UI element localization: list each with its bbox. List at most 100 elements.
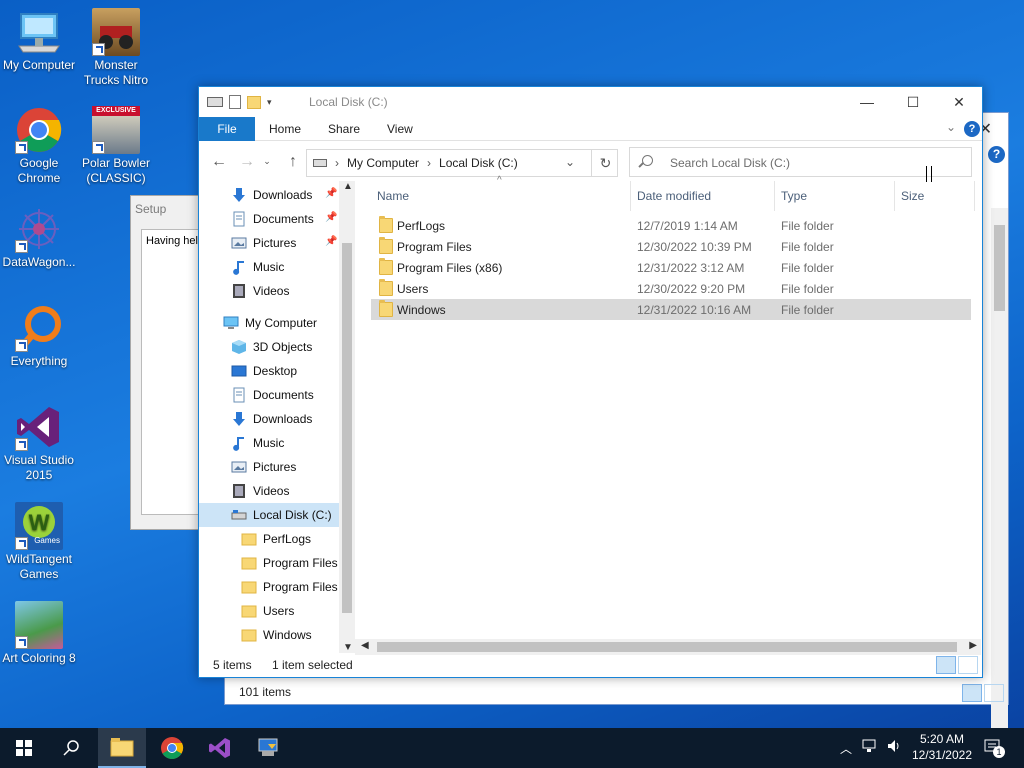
address-dropdown-icon[interactable]: ⌄ [565,155,575,169]
forward-arrow-icon[interactable]: → [237,153,257,171]
desktop-icon-wildtangent[interactable]: W Games WildTangent Games [0,502,80,582]
breadcrumb-separator-icon[interactable]: › [335,156,339,170]
table-row[interactable]: Users 12/30/2022 9:20 PM File folder [371,278,971,299]
explorer-window[interactable]: ▾ Local Disk (C:) — ☐ ✕ File Home Share … [198,86,983,678]
title-bar[interactable]: ▾ Local Disk (C:) — ☐ ✕ [199,87,982,117]
desktop-icon-polar-bowler[interactable]: EXCLUSIVE Polar Bowler (CLASSIC) [75,106,157,186]
volume-icon[interactable] [886,738,902,757]
nav-item-pictures[interactable]: Pictures [199,231,339,255]
desktop-icon-my-computer[interactable]: My Computer [0,8,80,73]
nav-item-music-pc[interactable]: Music [199,431,339,455]
table-row[interactable]: Program Files (x86) 12/31/2022 3:12 AM F… [371,257,971,278]
tab-share[interactable]: Share [314,117,374,141]
properties-icon[interactable] [229,95,241,109]
system-clock[interactable]: 5:20 AM 12/31/2022 [912,731,972,763]
column-header-type[interactable]: Type [775,181,895,211]
nav-item-downloads[interactable]: Downloads [199,183,339,207]
nav-item-folder-program-files[interactable]: Program Files [199,551,339,575]
breadcrumb-local-disk[interactable]: Local Disk (C:) [439,156,518,170]
maximize-button[interactable]: ☐ [890,87,936,117]
tab-home[interactable]: Home [255,117,315,141]
nav-item-videos-pc[interactable]: Videos [199,479,339,503]
taskbar-visual-studio[interactable] [196,728,244,768]
column-header-date[interactable]: Date modified [631,181,775,211]
details-view-button[interactable] [962,684,982,702]
nav-item-label: Local Disk (C:) [253,508,332,522]
taskbar-setup[interactable] [244,728,292,768]
nav-pane-scrollbar[interactable]: ▲ ▼ [339,181,355,653]
nav-item-local-disk[interactable]: Local Disk (C:) [199,503,339,527]
desktop-icon-monster-trucks[interactable]: Monster Trucks Nitro [75,8,157,88]
tab-file[interactable]: File [199,117,255,141]
up-arrow-icon[interactable]: ↑ [283,153,303,171]
help-icon[interactable]: ? [988,146,1005,163]
refresh-icon[interactable]: ↻ [591,150,619,176]
nav-item-documents[interactable]: Documents [199,207,339,231]
desktop-icon-everything[interactable]: Everything [0,304,80,369]
pin-icon[interactable]: 📌 [325,212,337,223]
nav-item-videos[interactable]: Videos [199,279,339,303]
large-icons-view-button[interactable] [958,656,978,674]
table-row[interactable]: PerfLogs 12/7/2019 1:14 AM File folder [371,215,971,236]
table-row[interactable]: Program Files 12/30/2022 10:39 PM File f… [371,236,971,257]
details-view-button[interactable] [936,656,956,674]
desktop-icon-google-chrome[interactable]: Google Chrome [0,106,80,186]
start-button[interactable] [0,728,48,768]
search-button[interactable] [48,728,96,768]
breadcrumb-my-computer[interactable]: My Computer [347,156,419,170]
pin-icon[interactable]: 📌 [325,236,337,247]
recent-dropdown-icon[interactable]: ⌄ [257,156,277,167]
show-hidden-icons-icon[interactable]: ︿ [840,740,852,757]
taskbar-file-explorer[interactable] [98,728,146,768]
new-folder-icon[interactable] [247,95,261,109]
address-bar[interactable]: › My Computer › Local Disk (C:) ⌄ ↻ [306,149,618,177]
ribbon-tabs: File Home Share View ⌄ ? [199,117,982,141]
help-icon[interactable]: ? [964,121,980,137]
breadcrumb-separator-icon[interactable]: › [427,156,431,170]
minimize-button[interactable]: — [844,87,890,117]
tab-view[interactable]: View [373,117,427,141]
pictures-icon [231,459,247,475]
file-date: 12/30/2022 10:39 PM [637,240,752,254]
scrollbar-thumb[interactable] [994,225,1005,311]
scroll-left-icon[interactable]: ◀ [361,640,369,651]
monster-trucks-icon [92,8,140,56]
close-button[interactable]: ✕ [936,87,982,117]
column-header-size[interactable]: Size [895,181,975,211]
scroll-down-icon[interactable]: ▼ [343,642,353,653]
nav-item-my-computer[interactable]: My Computer [199,311,339,335]
desktop-icon-visual-studio[interactable]: Visual Studio 2015 [0,403,80,483]
nav-item-desktop[interactable]: Desktop [199,359,339,383]
back-arrow-icon[interactable]: ← [209,153,229,171]
desktop-icon-art-coloring[interactable]: Art Coloring 8 [0,601,80,666]
nav-item-3d-objects[interactable]: 3D Objects [199,335,339,359]
nav-item-folder-perflogs[interactable]: PerfLogs [199,527,339,551]
folder-icon [379,216,393,233]
notifications-icon[interactable]: 1 [984,738,1005,759]
nav-item-music[interactable]: Music [199,255,339,279]
drive-icon[interactable] [207,97,223,107]
desktop-icon-datawagon[interactable]: DataWagon... [0,205,80,270]
file-name: Program Files (x86) [397,261,503,275]
nav-item-folder-program-files-x86[interactable]: Program Files ( [199,575,339,599]
scroll-up-icon[interactable]: ▲ [343,181,353,192]
scrollbar-thumb[interactable] [377,642,957,652]
table-row[interactable]: Windows 12/31/2022 10:16 AM File folder [371,299,971,320]
column-header-name[interactable]: Name [371,181,631,211]
nav-item-folder-windows[interactable]: Windows [199,623,339,647]
network-icon[interactable] [862,738,878,757]
chevron-down-icon[interactable]: ▾ [267,97,272,108]
nav-item-pictures-pc[interactable]: Pictures [199,455,339,479]
nav-item-folder-users[interactable]: Users [199,599,339,623]
taskbar-chrome[interactable] [148,728,196,768]
expand-ribbon-icon[interactable]: ⌄ [946,120,956,134]
nav-item-documents-pc[interactable]: Documents [199,383,339,407]
shortcut-arrow-icon [15,339,28,352]
scrollbar-thumb[interactable] [342,243,352,613]
desktop-icon-label: My Computer [2,58,76,72]
search-input[interactable]: Search Local Disk (C:) [629,147,972,177]
pin-icon[interactable]: 📌 [325,188,337,199]
large-icons-view-button[interactable] [984,684,1004,702]
nav-item-downloads-pc[interactable]: Downloads [199,407,339,431]
scroll-right-icon[interactable]: ▶ [969,640,977,651]
